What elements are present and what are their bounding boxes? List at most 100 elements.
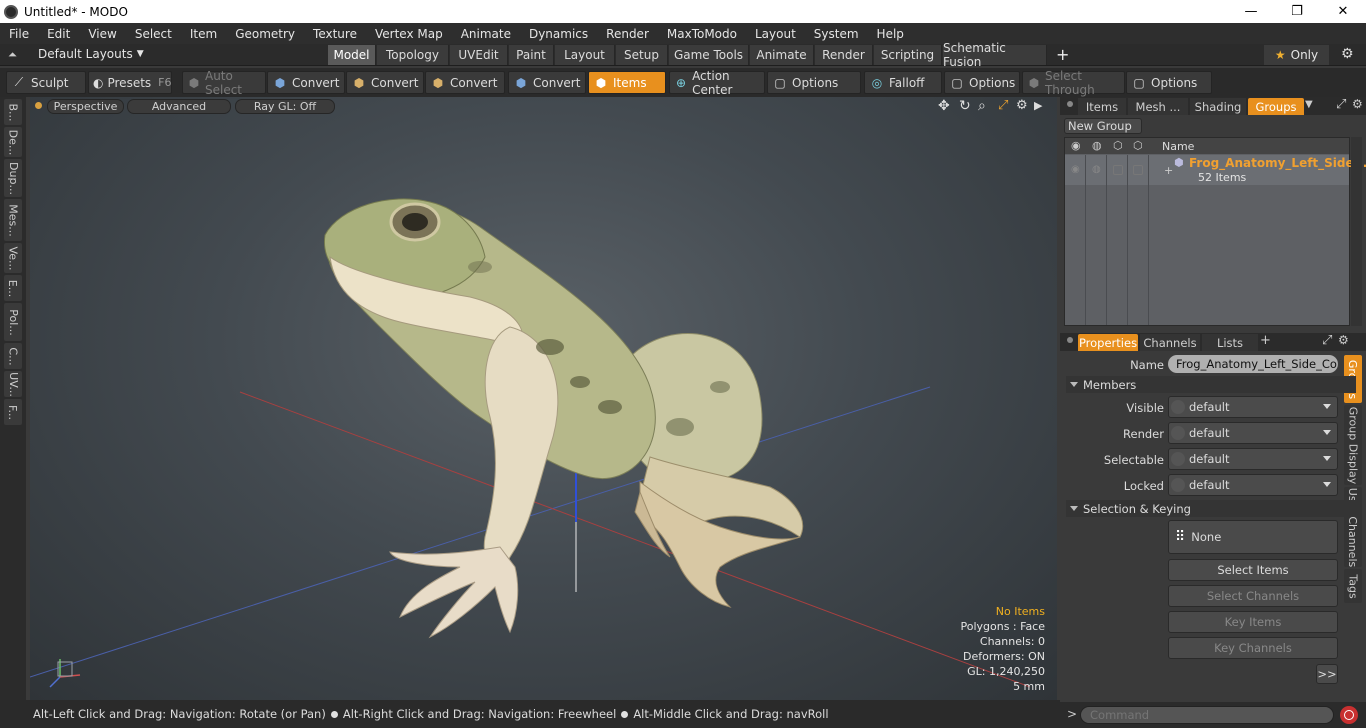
add-tab-icon[interactable]: + — [1260, 333, 1271, 348]
expand-plus-icon[interactable]: + — [1164, 164, 1173, 177]
tab-properties[interactable]: Properties — [1078, 334, 1138, 351]
name-input[interactable]: Frog_Anatomy_Left_Side_Colore — [1168, 355, 1338, 373]
gear-icon[interactable]: ⚙ — [1341, 46, 1354, 62]
menu-maxtomodo[interactable]: MaxToModo — [658, 27, 746, 41]
collapse-up-icon[interactable]: ⏶ — [8, 48, 17, 62]
tab-game-tools[interactable]: Game Tools — [669, 45, 749, 65]
menu-geometry[interactable]: Geometry — [226, 27, 304, 41]
tab-groups[interactable]: Groups — [1248, 98, 1304, 115]
groups-scrollbar[interactable] — [1351, 137, 1362, 326]
tab-mesh[interactable]: Mesh ... — [1128, 98, 1188, 115]
lock-icon[interactable]: ⬡ — [1113, 139, 1123, 152]
tab-uvedit[interactable]: UVEdit — [450, 45, 508, 65]
new-group-button[interactable]: New Group — [1064, 118, 1142, 134]
vtab-uv[interactable]: UV... — [4, 371, 22, 397]
menu-system[interactable]: System — [805, 27, 868, 41]
key-items-button[interactable]: Key Items — [1168, 611, 1338, 633]
menu-select[interactable]: Select — [126, 27, 181, 41]
vtab-edge[interactable]: E... — [4, 275, 22, 301]
select-icon[interactable]: ⬡ — [1133, 139, 1143, 152]
tab-setup[interactable]: Setup — [616, 45, 668, 65]
row-select-checkbox[interactable] — [1133, 165, 1143, 175]
maximize-button[interactable]: ❐ — [1274, 0, 1320, 23]
tab-channels[interactable]: Channels — [1140, 334, 1200, 351]
tab-render[interactable]: Render — [815, 45, 873, 65]
menu-vertex-map[interactable]: Vertex Map — [366, 27, 452, 41]
minimize-button[interactable]: — — [1228, 0, 1274, 23]
side-tab-group-display[interactable]: Group Display — [1344, 405, 1362, 485]
tab-animate[interactable]: Animate — [750, 45, 814, 65]
menu-edit[interactable]: Edit — [38, 27, 79, 41]
vtab-basic[interactable]: B... — [4, 99, 22, 125]
tab-schematic-fusion[interactable]: Schematic Fusion — [943, 41, 1047, 69]
vtab-duplicate[interactable]: Dup... — [4, 159, 22, 197]
convert-button-2[interactable]: ⬢ Convert — [346, 71, 424, 94]
row-lock-checkbox[interactable] — [1113, 165, 1123, 175]
3d-viewport[interactable]: Perspective Advanced Ray GL: Off ✥ ↻ ⌕ ⤢… — [30, 97, 1057, 700]
items-button[interactable]: ⬢ Items — [588, 71, 666, 94]
side-tab-user-channels[interactable]: User Channels — [1344, 487, 1362, 567]
members-section[interactable]: Members — [1066, 376, 1356, 393]
tab-scripting[interactable]: Scripting — [874, 45, 942, 65]
action-center-button[interactable]: ⊕ Action Center — [669, 69, 765, 97]
row-eye-icon[interactable]: ◉ — [1071, 164, 1080, 175]
options-button-1[interactable]: ▢ Options — [767, 71, 861, 94]
convert-button-1[interactable]: ⬢ Convert — [267, 71, 345, 94]
menu-layout[interactable]: Layout — [746, 27, 805, 41]
tab-shading[interactable]: Shading — [1190, 98, 1246, 115]
tab-model[interactable]: Model — [328, 45, 376, 65]
vtab-vertex[interactable]: Ve... — [4, 243, 22, 273]
menu-file[interactable]: File — [0, 27, 38, 41]
menu-animate[interactable]: Animate — [452, 27, 520, 41]
falloff-button[interactable]: ◎ Falloff — [864, 71, 942, 94]
close-button[interactable]: ✕ — [1320, 0, 1366, 23]
vtab-fusion[interactable]: F... — [4, 399, 22, 425]
none-button[interactable]: ⠿ None — [1168, 520, 1338, 554]
menu-dynamics[interactable]: Dynamics — [520, 27, 597, 41]
presets-button[interactable]: ◐ Presets F6 — [88, 71, 172, 94]
menu-view[interactable]: View — [79, 27, 125, 41]
record-button[interactable] — [1340, 706, 1358, 724]
selection-keying-section[interactable]: Selection & Keying — [1066, 500, 1356, 517]
expand-icon[interactable]: ⤢ — [1322, 333, 1332, 348]
tab-lists[interactable]: Lists — [1202, 334, 1258, 351]
locked-dropdown[interactable]: default — [1168, 474, 1338, 496]
only-toggle[interactable]: ★ Only — [1264, 45, 1329, 65]
expand-icon[interactable]: ⤢ — [1336, 97, 1346, 112]
tab-layout[interactable]: Layout — [555, 45, 615, 65]
default-layouts-dropdown[interactable]: Default Layouts ▼ — [38, 47, 144, 61]
menu-texture[interactable]: Texture — [304, 27, 366, 41]
render-dropdown[interactable]: default — [1168, 422, 1338, 444]
auto-select-button[interactable]: ⬢ Auto Select — [182, 69, 266, 97]
options-button-3[interactable]: ▢ Options — [1126, 71, 1212, 94]
select-through-button[interactable]: ⬢ Select Through — [1022, 69, 1125, 97]
name-column-header[interactable]: Name — [1162, 140, 1194, 153]
tab-items[interactable]: Items — [1078, 98, 1126, 115]
sculpt-button[interactable]: ⟋ Sculpt — [6, 71, 86, 94]
panel-gear-icon[interactable]: ⚙ — [1338, 333, 1349, 347]
vtab-curve[interactable]: C... — [4, 343, 22, 369]
add-tab-button[interactable]: + — [1056, 45, 1069, 64]
row-render-icon[interactable]: ◍ — [1092, 164, 1101, 175]
key-channels-button[interactable]: Key Channels — [1168, 637, 1338, 659]
tab-paint[interactable]: Paint — [509, 45, 554, 65]
group-row[interactable]: ◉ ◍ + ⬢ Frog_Anatomy_Left_Side... 52 Ite… — [1065, 155, 1366, 185]
tab-dropdown-icon[interactable]: ▼ — [1305, 99, 1313, 110]
vtab-mesh[interactable]: Mes... — [4, 199, 22, 241]
convert-button-4[interactable]: ⬢ Convert — [508, 71, 586, 94]
vtab-polygon[interactable]: Pol... — [4, 303, 22, 341]
select-items-button[interactable]: Select Items — [1168, 559, 1338, 581]
tab-topology[interactable]: Topology — [377, 45, 449, 65]
options-button-2[interactable]: ▢ Options — [944, 71, 1020, 94]
command-input[interactable] — [1080, 706, 1334, 724]
menu-help[interactable]: Help — [868, 27, 913, 41]
menu-item[interactable]: Item — [181, 27, 226, 41]
vtab-deform[interactable]: De... — [4, 127, 22, 157]
more-button[interactable]: >> — [1316, 664, 1338, 684]
convert-button-3[interactable]: ⬢ Convert — [425, 71, 505, 94]
side-tab-tags[interactable]: Tags — [1344, 569, 1362, 603]
selectable-dropdown[interactable]: default — [1168, 448, 1338, 470]
select-channels-button[interactable]: Select Channels — [1168, 585, 1338, 607]
visible-dropdown[interactable]: default — [1168, 396, 1338, 418]
render-icon[interactable]: ◍ — [1092, 139, 1102, 152]
